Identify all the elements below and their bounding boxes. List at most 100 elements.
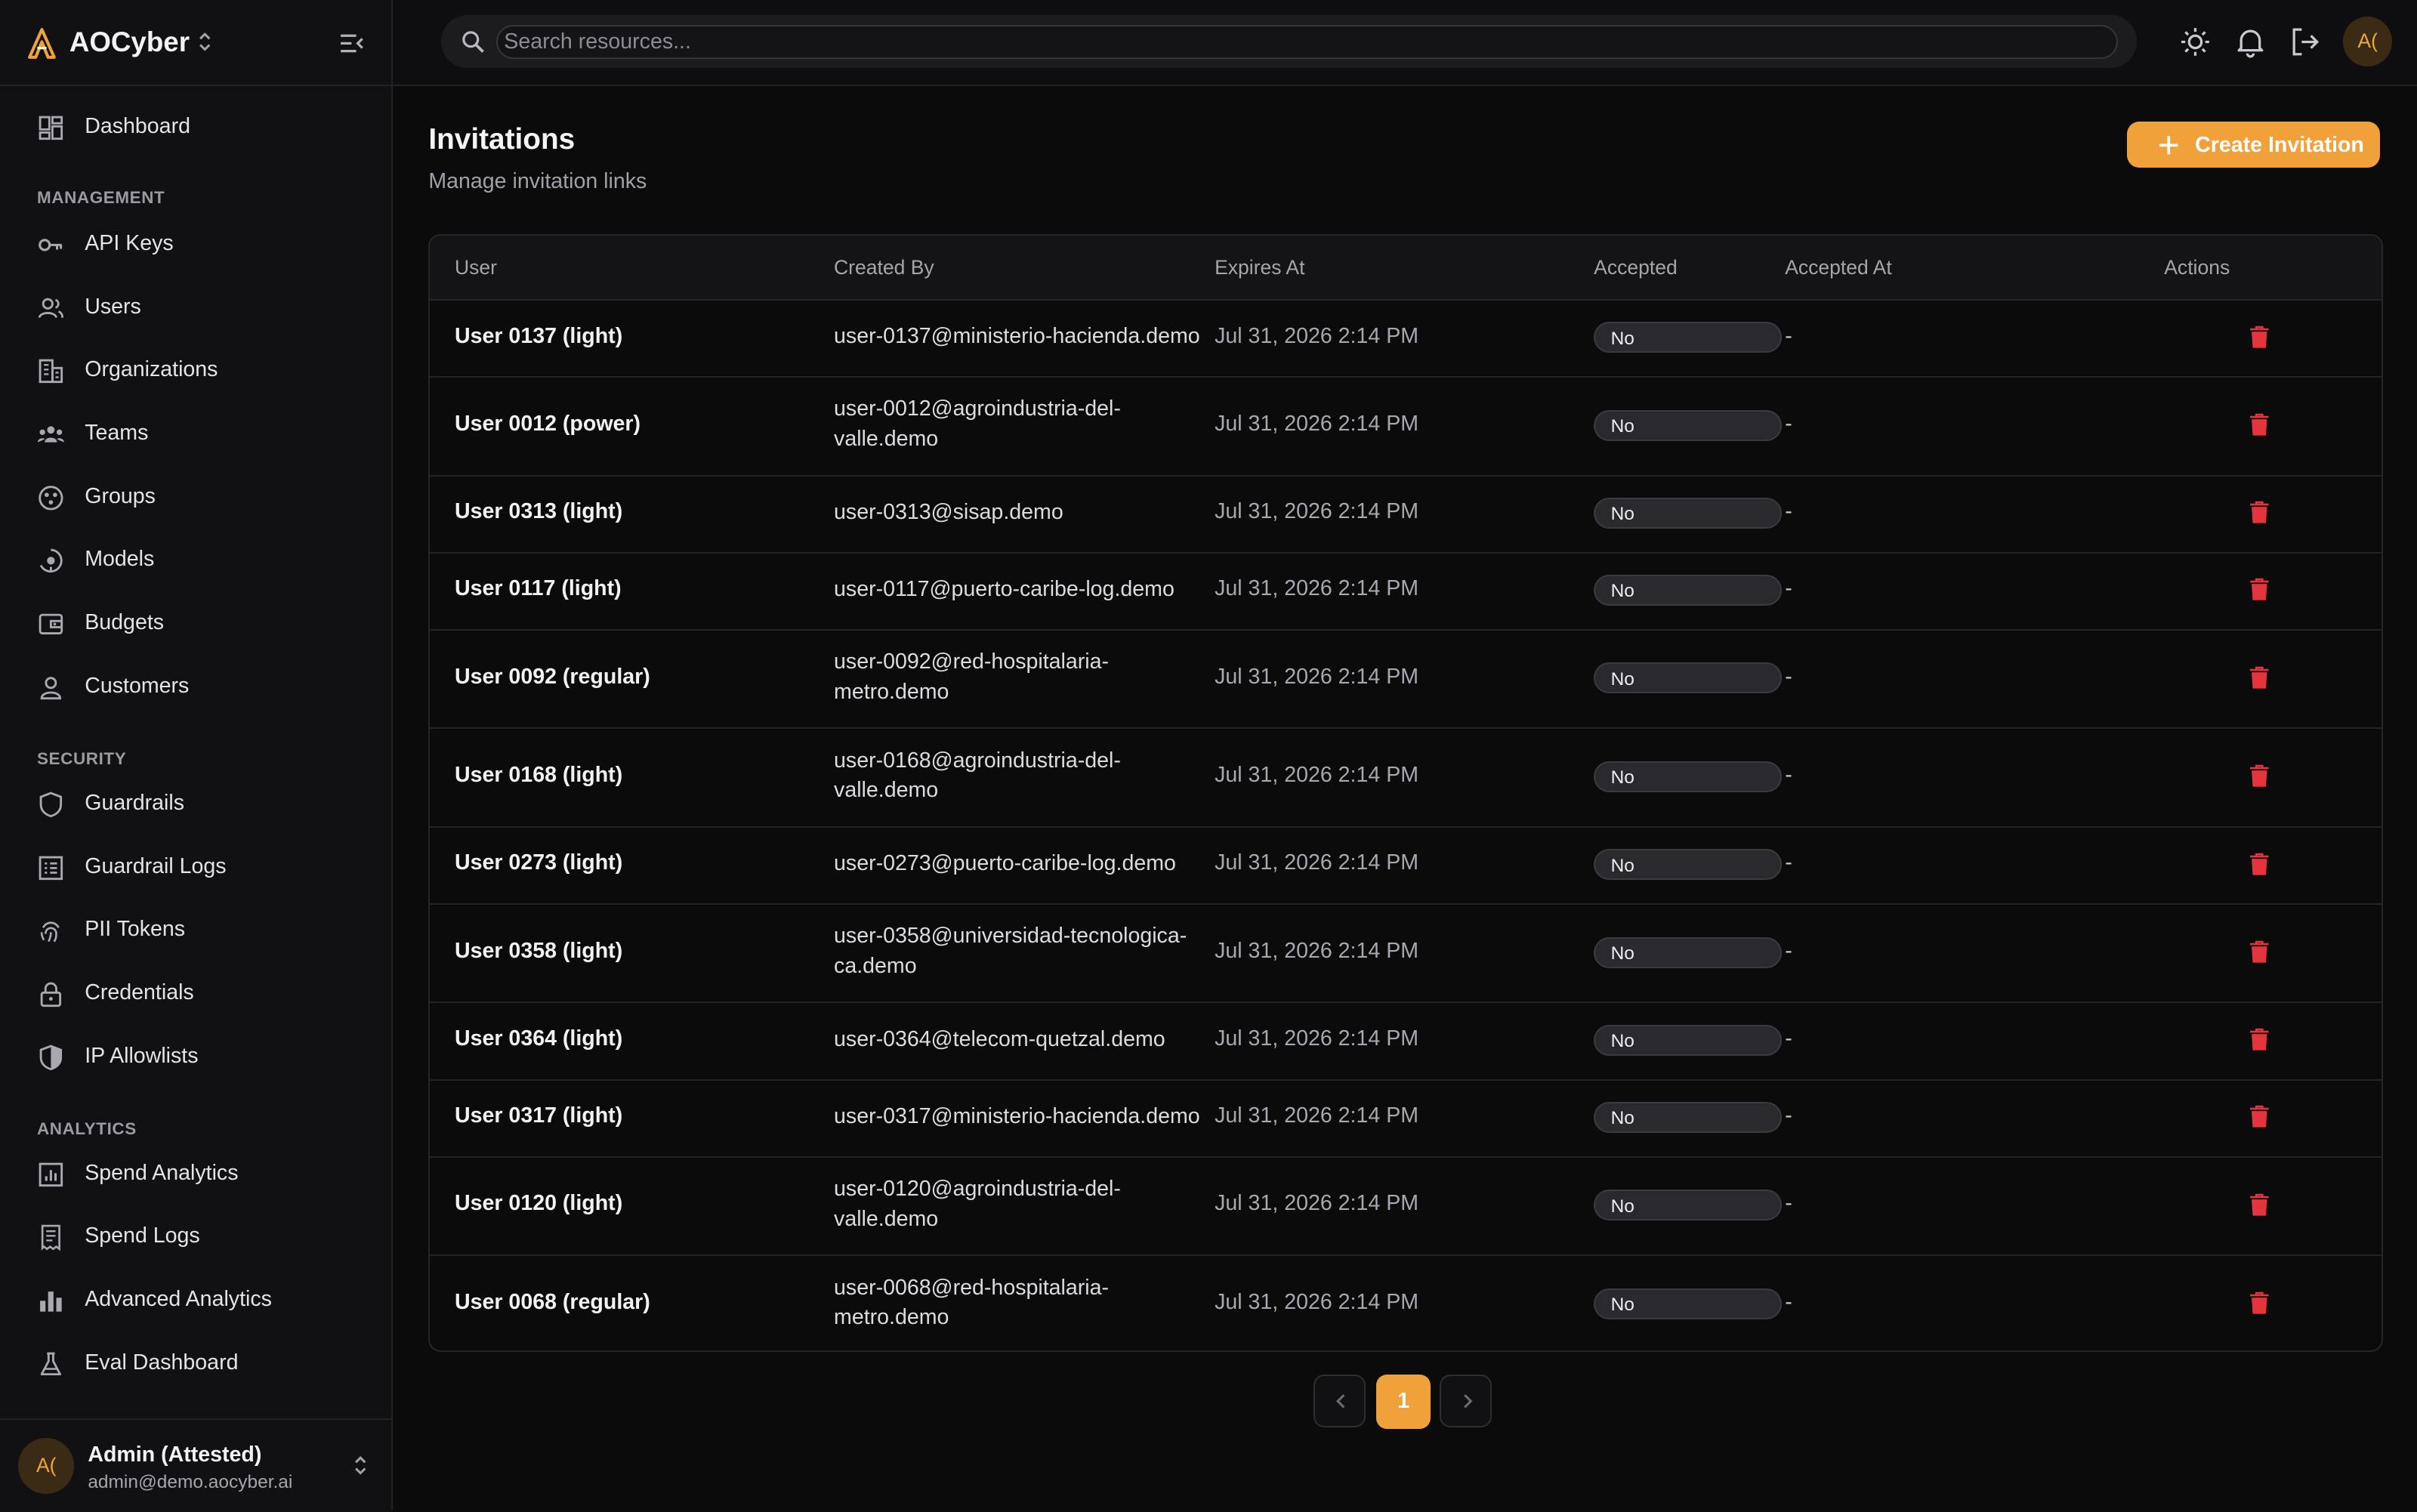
logout-icon[interactable] <box>2288 25 2322 59</box>
accepted-badge: No <box>1594 937 1783 968</box>
sidebar-collapse-icon[interactable] <box>336 28 367 59</box>
chevron-up-down-icon[interactable] <box>196 29 214 54</box>
trash-icon[interactable] <box>2249 940 2270 964</box>
search-icon <box>462 31 485 53</box>
row-accepted-at: - <box>1785 1191 1792 1216</box>
lock-icon <box>40 982 62 1007</box>
sidebar-item-eval-dashboard[interactable]: Eval Dashboard <box>18 1336 372 1391</box>
row-accepted-at: - <box>1785 576 1792 601</box>
chevron-up-down-icon[interactable] <box>351 1453 369 1478</box>
accepted-badge: No <box>1594 1288 1783 1319</box>
row-accepted-at: - <box>1785 763 1792 788</box>
row-accepted-at: - <box>1785 323 1792 348</box>
wallet-icon <box>39 613 63 635</box>
sidebar-item-label: Spend Analytics <box>85 1160 239 1185</box>
trash-icon[interactable] <box>2249 1028 2270 1051</box>
row-user: User 0364 (light) <box>454 1026 623 1051</box>
sidebar-item-advanced-analytics[interactable]: Advanced Analytics <box>18 1273 372 1328</box>
row-accepted-at: - <box>1785 1103 1792 1128</box>
trash-icon[interactable] <box>2249 764 2270 788</box>
col-expires-at[interactable]: Expires At <box>1215 256 1304 279</box>
sidebar-item-guardrail-logs[interactable]: Guardrail Logs <box>18 840 372 895</box>
sidebar-item-api-keys[interactable]: API Keys <box>18 218 372 273</box>
sidebar-item-dashboard[interactable]: Dashboard <box>18 100 372 156</box>
trash-icon[interactable] <box>2249 1193 2270 1217</box>
sidebar-item-guardrails[interactable]: Guardrails <box>18 777 372 832</box>
col-created-by[interactable]: Created By <box>834 256 934 279</box>
models-icon <box>39 549 63 573</box>
shield-icon <box>39 791 63 818</box>
sidebar-item-models[interactable]: Models <box>18 533 372 588</box>
topbar: A( <box>393 0 2417 87</box>
sidebar-item-users[interactable]: Users <box>18 280 372 335</box>
key-icon <box>39 239 63 251</box>
sidebar-item-spend-analytics[interactable]: Spend Analytics <box>18 1146 372 1202</box>
col-user[interactable]: User <box>455 256 497 279</box>
sidebar-item-pii-tokens[interactable]: PII Tokens <box>18 903 372 958</box>
table-header: User Created By Expires At Accepted Acce… <box>430 236 2382 301</box>
trash-icon[interactable] <box>2249 501 2270 524</box>
search-input[interactable] <box>496 24 2119 59</box>
chart-icon <box>39 1162 63 1186</box>
search-bar <box>440 15 2137 68</box>
table-row: User 0358 (light) user-0358@universidad-… <box>430 903 2382 1004</box>
building-icon <box>39 359 63 384</box>
row-expires-at: Jul 31, 2026 2:14 PM <box>1215 1103 1419 1128</box>
trash-icon[interactable] <box>2249 1291 2270 1315</box>
col-accepted-at[interactable]: Accepted At <box>1785 256 1892 279</box>
row-created-by: user-0120@agroindustria-del-valle.demo <box>834 1177 1121 1231</box>
row-expires-at: Jul 31, 2026 2:14 PM <box>1215 1026 1419 1051</box>
bell-icon[interactable] <box>2233 25 2267 59</box>
list-icon <box>39 856 63 880</box>
account-menu[interactable]: A( Admin (Attested) admin@demo.aocyber.a… <box>0 1418 392 1512</box>
page-number-current[interactable]: 1 <box>1376 1375 1431 1429</box>
row-expires-at: Jul 31, 2026 2:14 PM <box>1215 576 1419 601</box>
sidebar-item-label: Guardrail Logs <box>85 853 227 878</box>
bar-chart-icon <box>40 1291 62 1312</box>
table-row: User 0120 (light) user-0120@agroindustri… <box>430 1156 2382 1257</box>
row-accepted-at: - <box>1785 1290 1792 1315</box>
trash-icon[interactable] <box>2249 1105 2270 1128</box>
sun-icon[interactable] <box>2178 25 2212 59</box>
sidebar-item-ip-allowlists[interactable]: IP Allowlists <box>18 1029 372 1085</box>
row-created-by: user-0068@red-hospitalaria-metro.demo <box>834 1275 1110 1330</box>
sidebar-item-groups[interactable]: Groups <box>18 470 372 525</box>
brand-name: AOCyber <box>69 26 190 57</box>
create-invitation-button[interactable]: Create Invitation <box>2127 122 2380 168</box>
sidebar-nav: Dashboard MANAGEMENT API Keys Users Orga… <box>0 85 391 1418</box>
sidebar-item-label: PII Tokens <box>85 917 186 942</box>
next-page-button[interactable] <box>1440 1375 1492 1427</box>
trash-icon[interactable] <box>2249 326 2270 349</box>
col-accepted[interactable]: Accepted <box>1594 256 1678 279</box>
row-created-by: user-0313@sisap.demo <box>834 500 1063 525</box>
row-accepted-at: - <box>1785 499 1792 524</box>
trash-icon[interactable] <box>2249 413 2270 437</box>
sidebar-item-customers[interactable]: Customers <box>18 659 372 714</box>
trash-icon[interactable] <box>2249 853 2270 876</box>
row-created-by: user-0092@red-hospitalaria-metro.demo <box>834 650 1110 704</box>
sidebar-item-budgets[interactable]: Budgets <box>18 597 372 652</box>
prev-page-button[interactable] <box>1313 1375 1366 1427</box>
sidebar-item-spend-logs[interactable]: Spend Logs <box>18 1210 372 1265</box>
trash-icon[interactable] <box>2249 578 2270 601</box>
row-user: User 0168 (light) <box>454 763 623 788</box>
sidebar-item-teams[interactable]: Teams <box>18 407 372 462</box>
row-created-by: user-0168@agroindustria-del-valle.demo <box>834 748 1121 803</box>
row-created-by: user-0317@ministerio-hacienda.demo <box>834 1104 1200 1129</box>
trash-icon[interactable] <box>2249 666 2270 690</box>
sidebar-item-credentials[interactable]: Credentials <box>18 967 372 1022</box>
accepted-badge-text: No <box>1610 328 1634 349</box>
row-user: User 0120 (light) <box>454 1191 623 1216</box>
user-avatar-button[interactable]: A( <box>2343 17 2393 66</box>
row-accepted-at: - <box>1785 1026 1792 1051</box>
sidebar-item-organizations[interactable]: Organizations <box>18 344 372 399</box>
row-user: User 0117 (light) <box>454 576 622 601</box>
row-expires-at: Jul 31, 2026 2:14 PM <box>1215 411 1419 436</box>
row-created-by: user-0364@telecom-quetzal.demo <box>834 1027 1165 1052</box>
row-user: User 0358 (light) <box>454 938 623 963</box>
row-expires-at: Jul 31, 2026 2:14 PM <box>1215 1191 1419 1216</box>
accepted-badge: No <box>1594 409 1783 441</box>
row-expires-at: Jul 31, 2026 2:14 PM <box>1215 323 1419 348</box>
create-invitation-label: Create Invitation <box>2195 132 2364 157</box>
row-expires-at: Jul 31, 2026 2:14 PM <box>1215 1290 1419 1315</box>
